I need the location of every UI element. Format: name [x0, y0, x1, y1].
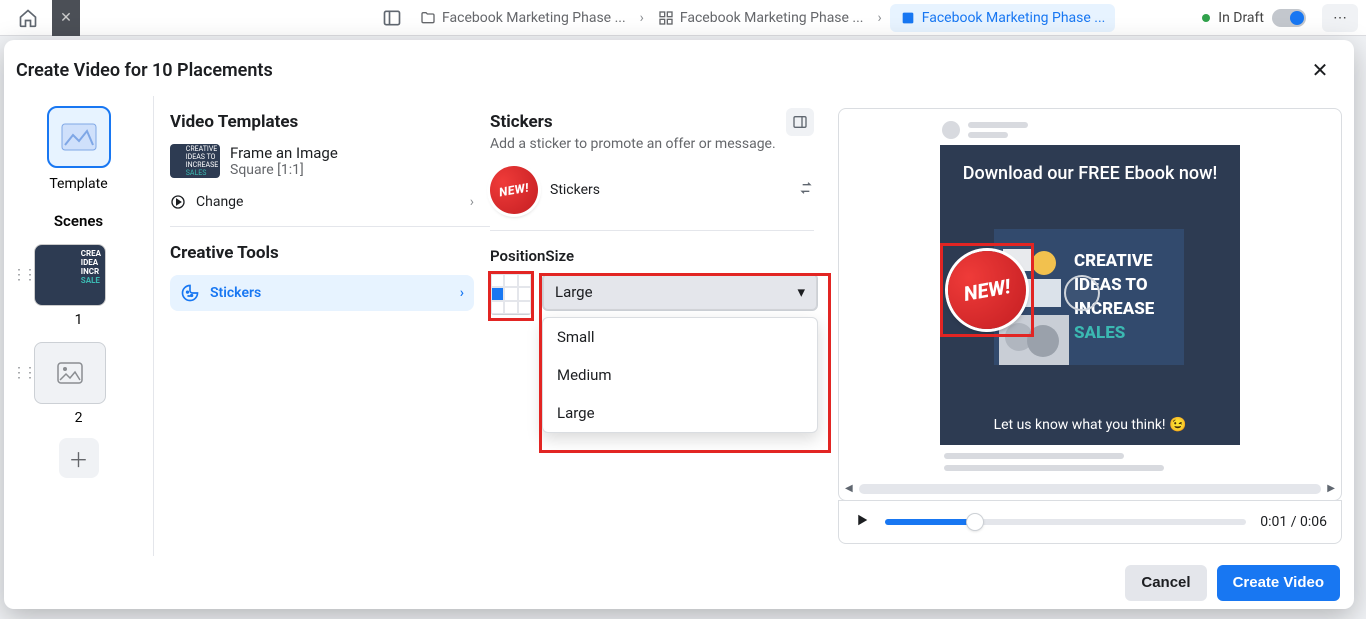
position-size-label: PositionSize — [490, 247, 814, 265]
selected-template: CREATIVEIDEAS TOINCREASESALES Frame an I… — [170, 144, 474, 178]
post-header-skeleton — [940, 115, 1240, 145]
breadcrumb-adset[interactable]: Facebook Marketing Phase ... — [652, 6, 870, 30]
stickers-panel: Stickers Add a sticker to promote an off… — [490, 96, 830, 556]
template-aspect: Square [1:1] — [230, 162, 338, 178]
template-name: Frame an Image — [230, 144, 338, 162]
status-dot-icon — [1202, 14, 1210, 22]
panel-toggle-icon[interactable] — [378, 8, 406, 28]
video-player-bar: 0:01 / 0:06 — [838, 500, 1342, 544]
create-video-modal: Create Video for 10 Placements ✕ Templat… — [4, 40, 1354, 609]
breadcrumb-label: Facebook Marketing Phase ... — [680, 10, 864, 26]
hero-bottom-text: Let us know what you think! 😉 — [940, 417, 1240, 433]
size-option-medium[interactable]: Medium — [543, 356, 817, 394]
scene-thumbnail[interactable] — [34, 342, 106, 404]
sticker-row-label: Stickers — [550, 182, 600, 198]
time-display: 0:01 / 0:06 — [1260, 514, 1327, 530]
left-rail: Template Scenes ⋮⋮ CREAIDEAINCRSALE 1 ⋮⋮… — [4, 96, 154, 556]
size-dropdown: Small Medium Large — [542, 317, 818, 433]
preview-frame: Download our FREE Ebook now! — [838, 108, 1342, 501]
close-icon: ✕ — [1312, 58, 1329, 82]
scene-number: 2 — [4, 410, 153, 426]
post-meta-skeleton — [940, 445, 1240, 479]
more-menu-icon[interactable]: ⋯ — [1322, 4, 1358, 32]
current-sticker-row: NEW! Stickers — [490, 166, 814, 214]
status-text: In Draft — [1218, 10, 1264, 26]
sticker-icon — [180, 283, 200, 303]
change-label: Change — [196, 194, 243, 210]
stickers-tool-item[interactable]: Stickers › — [170, 275, 474, 311]
size-option-small[interactable]: Small — [543, 318, 817, 356]
sticker-preview-badge: NEW! — [486, 162, 542, 218]
seek-knob[interactable] — [967, 514, 983, 530]
modal-close-button[interactable]: ✕ — [1304, 54, 1336, 86]
swap-sticker-button[interactable] — [798, 180, 814, 200]
scene-thumbnail[interactable]: CREAIDEAINCRSALE — [34, 244, 106, 306]
caret-down-icon: ▾ — [797, 283, 805, 301]
chevron-right-icon: › — [470, 194, 474, 210]
size-selected-value: Large — [555, 283, 593, 301]
template-card[interactable] — [47, 106, 111, 168]
templates-column: Video Templates CREATIVEIDEAS TOINCREASE… — [154, 96, 490, 556]
chevron-right-icon: › — [640, 10, 644, 26]
seek-slider[interactable] — [885, 519, 1246, 525]
tutorial-highlight — [940, 243, 1034, 337]
app-header: ✕ Facebook Marketing Phase ... › Faceboo… — [0, 0, 1366, 36]
create-video-button[interactable]: Create Video — [1217, 565, 1340, 601]
template-thumbnail: CREATIVEIDEAS TOINCREASESALES — [170, 144, 220, 178]
change-template-button[interactable]: Change › — [170, 194, 474, 210]
breadcrumb-campaign[interactable]: Facebook Marketing Phase ... — [414, 6, 632, 30]
breadcrumb-ad[interactable]: Facebook Marketing Phase ... — [890, 4, 1116, 32]
chevron-right-icon: › — [460, 285, 464, 301]
preview-toggle-icon[interactable] — [786, 108, 814, 136]
dark-tab[interactable]: ✕ — [52, 0, 80, 36]
stickers-heading: Stickers — [490, 112, 776, 132]
hero-top-text: Download our FREE Ebook now! — [940, 145, 1240, 202]
play-outline-icon — [170, 194, 186, 210]
modal-header: Create Video for 10 Placements ✕ — [4, 40, 1354, 96]
breadcrumb-label: Facebook Marketing Phase ... — [922, 10, 1106, 26]
close-icon[interactable]: ✕ — [60, 10, 72, 26]
modal-title: Create Video for 10 Placements — [16, 60, 273, 81]
stickers-subtext: Add a sticker to promote an offer or mes… — [490, 136, 776, 152]
chevron-left-icon[interactable]: ◀ — [845, 483, 853, 494]
creative-tools-heading: Creative Tools — [170, 243, 474, 263]
logo-placeholder-icon — [1064, 275, 1100, 311]
scene-2[interactable]: ⋮⋮ — [4, 342, 153, 404]
chevron-right-icon: › — [878, 10, 882, 26]
status-toggle[interactable] — [1272, 9, 1306, 27]
modal-footer: Cancel Create Video — [4, 556, 1354, 609]
cancel-button[interactable]: Cancel — [1125, 565, 1206, 601]
size-option-large[interactable]: Large — [543, 394, 817, 432]
stickers-tool-label: Stickers — [210, 285, 261, 301]
drag-handle-icon[interactable]: ⋮⋮ — [12, 272, 24, 278]
video-templates-heading: Video Templates — [170, 112, 474, 132]
draft-status: In Draft ⋯ — [1202, 4, 1358, 32]
chevron-right-icon[interactable]: ▶ — [1327, 483, 1335, 494]
scene-number: 1 — [4, 312, 153, 328]
template-label: Template — [49, 176, 107, 192]
post-preview: Download our FREE Ebook now! — [940, 115, 1240, 479]
add-scene-button[interactable]: ＋ — [59, 438, 99, 478]
breadcrumb-label: Facebook Marketing Phase ... — [442, 10, 626, 26]
home-icon[interactable] — [8, 0, 48, 36]
position-cell-selected[interactable] — [491, 287, 504, 300]
size-select[interactable]: Large ▾ — [542, 273, 818, 311]
scene-1[interactable]: ⋮⋮ CREAIDEAINCRSALE — [4, 244, 153, 306]
video-hero: Download our FREE Ebook now! — [940, 145, 1240, 445]
scenes-heading: Scenes — [54, 212, 103, 230]
avatar — [942, 121, 960, 139]
play-button[interactable] — [853, 511, 871, 533]
breadcrumb: Facebook Marketing Phase ... › Facebook … — [414, 4, 1202, 32]
drag-handle-icon[interactable]: ⋮⋮ — [12, 370, 24, 376]
preview-column: Download our FREE Ebook now! — [830, 96, 1354, 556]
modal-body: Template Scenes ⋮⋮ CREAIDEAINCRSALE 1 ⋮⋮… — [4, 96, 1354, 556]
position-grid[interactable] — [490, 273, 532, 315]
preview-horizontal-scrollbar[interactable]: ◀ ▶ — [845, 483, 1335, 494]
